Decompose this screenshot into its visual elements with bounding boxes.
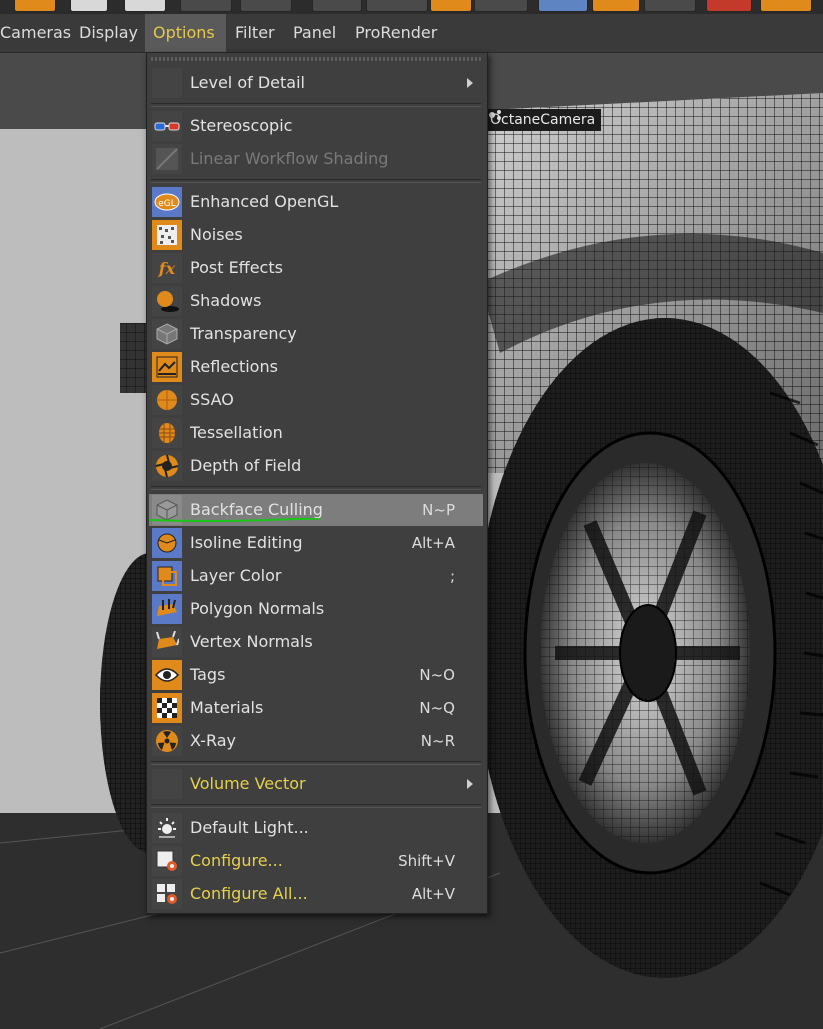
toolbar-button[interactable]: [240, 0, 292, 12]
menu-item-isoline-editing[interactable]: Isoline Editing Alt+A: [149, 527, 483, 559]
polygon-normals-icon: [152, 594, 182, 624]
radiation-icon: [152, 726, 182, 756]
menu-item-volume-vector[interactable]: Volume Vector: [149, 768, 483, 800]
menu-item-configure[interactable]: Configure... Shift+V: [149, 845, 483, 877]
menu-prorender[interactable]: ProRender: [347, 14, 445, 52]
annotation-underline: [148, 518, 320, 522]
menu-item-ssao[interactable]: SSAO: [149, 384, 483, 416]
svg-text:eGL: eGL: [158, 199, 176, 209]
submenu-arrow-icon: [467, 779, 473, 789]
isoline-icon: [152, 528, 182, 558]
menu-display[interactable]: Display: [71, 14, 146, 52]
ssao-sphere-icon: [152, 385, 182, 415]
toolbar-button[interactable]: [538, 0, 588, 12]
eye-icon: [152, 660, 182, 690]
submenu-arrow-icon: [467, 78, 473, 88]
shortcut-label: N~P: [422, 501, 455, 519]
menu-item-post-effects[interactable]: fx Post Effects: [149, 252, 483, 284]
stereo-glasses-icon: [152, 111, 182, 141]
toolbar-button[interactable]: [366, 0, 428, 12]
layer-color-icon: [152, 561, 182, 591]
menu-item-default-light[interactable]: Default Light...: [149, 812, 483, 844]
menu-item-shadows[interactable]: Shadows: [149, 285, 483, 317]
shortcut-label: Shift+V: [398, 852, 455, 870]
camera-label[interactable]: OctaneCamera: [484, 109, 602, 131]
light-icon: [152, 813, 182, 843]
blank-icon: [152, 769, 182, 799]
menu-separator: [151, 761, 481, 765]
toolbar-button[interactable]: [706, 0, 752, 12]
camera-name: OctaneCamera: [490, 112, 596, 128]
toolbar-button[interactable]: [474, 0, 528, 12]
options-dropdown-menu: Level of Detail Stereoscopic Linear Work…: [146, 52, 488, 914]
menu-item-transparency[interactable]: Transparency: [149, 318, 483, 350]
tessellation-icon: [152, 418, 182, 448]
toolbar-button[interactable]: [70, 0, 108, 12]
menu-separator: [151, 804, 481, 808]
menu-separator: [151, 103, 481, 107]
toolbar-button[interactable]: [592, 0, 640, 12]
shortcut-label: N~R: [420, 732, 455, 750]
toolbar-button[interactable]: [180, 0, 232, 12]
toolbar-button[interactable]: [644, 0, 696, 12]
vertex-normals-icon: [152, 627, 182, 657]
camera-icon: [489, 110, 501, 120]
menu-panel[interactable]: Panel: [285, 14, 344, 52]
menu-item-level-of-detail[interactable]: Level of Detail: [149, 67, 483, 99]
toolbar-button[interactable]: [14, 0, 56, 12]
menu-item-noises[interactable]: Noises: [149, 219, 483, 251]
toolbar-button[interactable]: [124, 0, 166, 12]
shortcut-label: ;: [449, 567, 455, 585]
menu-item-materials[interactable]: Materials N~Q: [149, 692, 483, 724]
reflection-icon: [152, 352, 182, 382]
menu-item-reflections[interactable]: Reflections: [149, 351, 483, 383]
menu-cameras[interactable]: Cameras: [0, 14, 79, 52]
menu-item-configure-all[interactable]: Configure All... Alt+V: [149, 878, 483, 910]
opengl-icon: eGL: [152, 187, 182, 217]
fx-icon: fx: [152, 253, 182, 283]
toolbar-button[interactable]: [430, 0, 472, 12]
menu-item-tessellation[interactable]: Tessellation: [149, 417, 483, 449]
configure-icon: [152, 846, 182, 876]
menu-item-linear-workflow-shading[interactable]: Linear Workflow Shading: [149, 143, 483, 175]
noise-icon: [152, 220, 182, 250]
menu-item-layer-color[interactable]: Layer Color ;: [149, 560, 483, 592]
shortcut-label: Alt+V: [411, 885, 455, 903]
shortcut-label: N~O: [419, 666, 455, 684]
aperture-icon: [152, 451, 182, 481]
transparency-cube-icon: [152, 319, 182, 349]
toolbar-button[interactable]: [760, 0, 812, 12]
configure-all-icon: [152, 879, 182, 909]
menu-options[interactable]: Options: [145, 14, 226, 52]
menu-item-polygon-normals[interactable]: Polygon Normals: [149, 593, 483, 625]
menu-filter[interactable]: Filter: [227, 14, 283, 52]
checker-material-icon: [152, 693, 182, 723]
menu-item-stereoscopic[interactable]: Stereoscopic: [149, 110, 483, 142]
menu-item-vertex-normals[interactable]: Vertex Normals: [149, 626, 483, 658]
shadow-icon: [152, 286, 182, 316]
menu-item-tags[interactable]: Tags N~O: [149, 659, 483, 691]
menu-tearoff-grip[interactable]: [151, 57, 481, 61]
viewport-menubar: Cameras Display Options Filter Panel Pro…: [0, 14, 823, 53]
menu-item-depth-of-field[interactable]: Depth of Field: [149, 450, 483, 482]
menu-separator: [151, 179, 481, 183]
menu-separator: [151, 486, 481, 490]
shortcut-label: N~Q: [419, 699, 455, 717]
linear-workflow-icon: [152, 144, 182, 174]
shortcut-label: Alt+A: [411, 534, 455, 552]
top-toolbar: [0, 0, 823, 14]
svg-text:fx: fx: [158, 259, 176, 278]
menu-item-x-ray[interactable]: X-Ray N~R: [149, 725, 483, 757]
toolbar-button[interactable]: [312, 0, 362, 12]
menu-item-enhanced-opengl[interactable]: eGL Enhanced OpenGL: [149, 186, 483, 218]
blank-icon: [152, 68, 182, 98]
